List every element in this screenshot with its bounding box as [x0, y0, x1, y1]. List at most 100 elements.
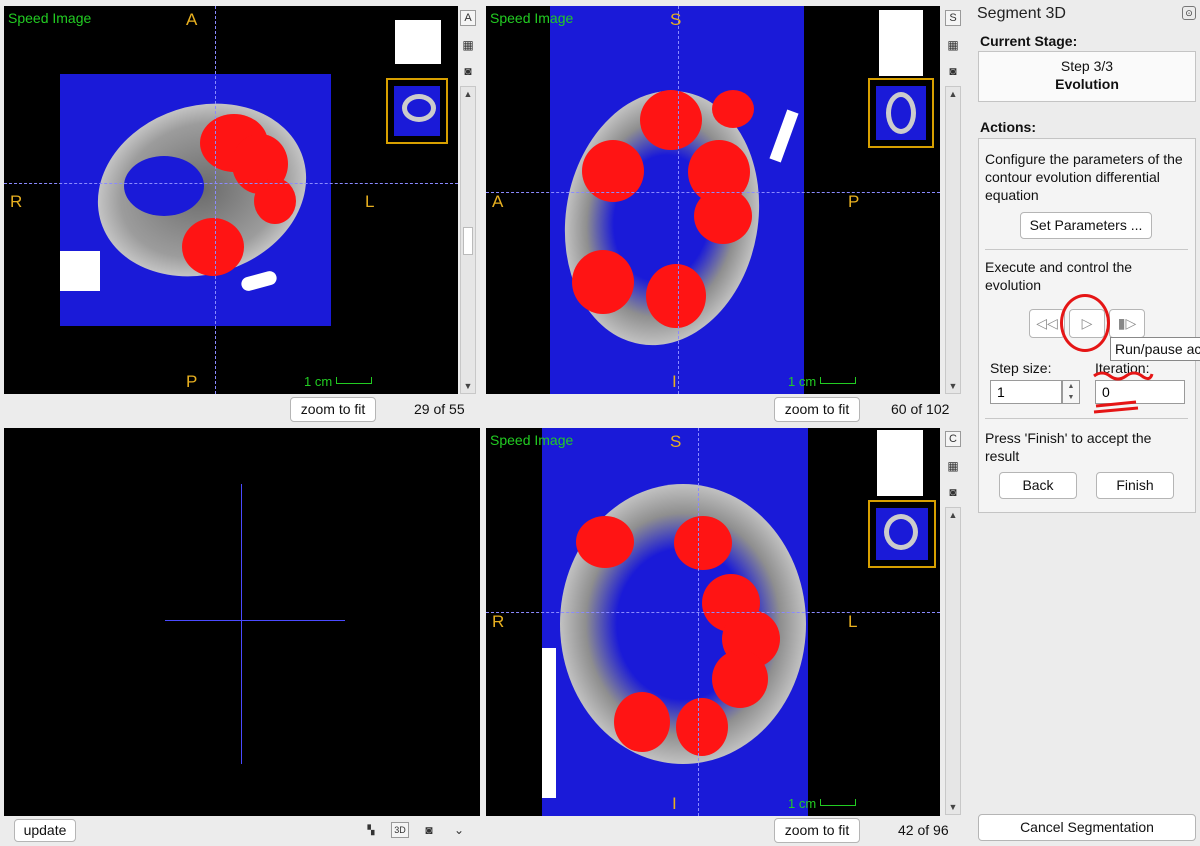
stage-box: Step 3/3 Evolution — [978, 51, 1196, 102]
orientation-right: P — [848, 192, 860, 211]
slice-scrollbar[interactable]: ▲ ▼ — [945, 86, 961, 394]
scroll-up-arrow[interactable]: ▲ — [461, 87, 475, 101]
finish-button[interactable]: Finish — [1096, 472, 1174, 499]
step-size-spinner[interactable]: ▲ ▼ — [1062, 380, 1080, 404]
view-orientation-button[interactable]: S — [945, 10, 961, 26]
chevron-down-icon[interactable]: ⌄ — [451, 823, 467, 837]
orientation-top: S — [670, 10, 682, 29]
step-size-input[interactable]: 1 — [990, 380, 1062, 404]
orientation-bottom: I — [672, 794, 677, 813]
zoom-to-fit-button[interactable]: zoom to fit — [290, 397, 376, 422]
view-label: Speed Image — [490, 432, 574, 448]
slice-count: 60 of 102 — [891, 401, 950, 417]
thumbnail-navigator[interactable] — [386, 78, 448, 144]
crosshair-vertical — [698, 428, 699, 816]
segmentation-blob — [712, 90, 754, 128]
segmentation-blob — [640, 90, 702, 150]
scroll-down-arrow[interactable]: ▼ — [946, 800, 960, 814]
view-orientation-button[interactable]: C — [945, 431, 961, 447]
orientation-bottom: P — [186, 372, 198, 391]
scale-bar-label: 1 cm — [304, 374, 333, 389]
scale-bar-label: 1 cm — [788, 374, 817, 389]
scroll-thumb[interactable] — [463, 227, 473, 255]
crosshair-horizontal — [486, 612, 940, 613]
segmentation-blob — [712, 650, 768, 708]
overview-box — [395, 20, 441, 64]
segmentation-blob — [182, 218, 244, 276]
crosshair-vertical — [678, 6, 679, 394]
current-stage-heading: Current Stage: — [980, 33, 1078, 49]
segmentation-blob — [572, 250, 634, 314]
divider — [985, 418, 1188, 419]
sagittal-view[interactable]: Speed Image S I A P 1 cm — [486, 6, 940, 394]
scroll-up-arrow[interactable]: ▲ — [946, 508, 960, 522]
scroll-down-arrow[interactable]: ▼ — [946, 379, 960, 393]
orientation-right: L — [365, 192, 375, 211]
execute-text: Execute and control the evolution — [985, 259, 1133, 293]
axial-view[interactable]: Speed Image A P R L 1 cm — [4, 6, 458, 394]
update-button[interactable]: update — [14, 819, 76, 842]
segmentation-blob — [646, 264, 706, 328]
bone-fragment — [60, 251, 100, 291]
slice-count: 29 of 55 — [414, 401, 465, 417]
camera-icon[interactable]: ◙ — [421, 823, 437, 837]
orientation-left: R — [10, 192, 23, 211]
cancel-segmentation-button[interactable]: Cancel Segmentation — [978, 814, 1196, 841]
step-size-label: Step size: — [990, 360, 1052, 376]
axial-kidney-hilum — [124, 156, 204, 216]
segmentation-blob — [694, 188, 752, 244]
layout-icon[interactable]: ▦ — [460, 38, 476, 52]
orientation-bottom: I — [672, 372, 677, 391]
divider — [985, 249, 1188, 250]
segmentation-blob — [614, 692, 670, 752]
three-d-button[interactable]: 3D — [391, 822, 409, 838]
step-forward-button[interactable]: ▮▷ — [1109, 309, 1145, 338]
segmentation-blob — [576, 516, 634, 568]
scale-bar-label: 1 cm — [788, 796, 817, 811]
layout-icon[interactable]: ▦ — [945, 459, 961, 473]
scale-bar: 1 cm — [304, 374, 373, 389]
camera-icon[interactable]: ◙ — [945, 64, 961, 78]
camera-icon[interactable]: ◙ — [945, 485, 961, 499]
layout-icon[interactable]: ▦ — [945, 38, 961, 52]
zoom-to-fit-button[interactable]: zoom to fit — [774, 397, 860, 422]
stage-name: Evolution — [1055, 76, 1119, 92]
overview-box — [879, 10, 923, 76]
segmentation-blob — [676, 698, 728, 756]
coronal-view[interactable]: Speed Image S I R L 1 cm — [486, 428, 940, 816]
scale-bar: 1 cm — [788, 796, 857, 811]
view-label: Speed Image — [8, 10, 92, 26]
orientation-left: A — [492, 192, 504, 211]
close-panel-icon[interactable]: ⊙ — [1182, 6, 1196, 20]
view-orientation-button[interactable]: A — [460, 10, 476, 26]
rewind-icon: ◁◁ — [1036, 315, 1058, 331]
orientation-left: R — [492, 612, 505, 631]
segmentation-blob — [674, 516, 732, 570]
three-d-view[interactable] — [4, 428, 480, 816]
segmentation-blob — [254, 178, 296, 224]
crosshair-horizontal — [165, 620, 345, 621]
colorbar-icon: ▚ — [367, 825, 375, 835]
slice-count: 42 of 96 — [898, 822, 949, 838]
iteration-underline-annotation — [1093, 371, 1154, 414]
camera-icon[interactable]: ◙ — [460, 64, 476, 78]
orientation-right: L — [848, 612, 858, 631]
scroll-down-arrow[interactable]: ▼ — [461, 379, 475, 393]
slice-scrollbar[interactable]: ▲ ▼ — [945, 507, 961, 815]
zoom-to-fit-button[interactable]: zoom to fit — [774, 818, 860, 843]
run-pause-tooltip: Run/pause ac — [1110, 337, 1200, 361]
scroll-up-arrow[interactable]: ▲ — [946, 87, 960, 101]
panel-title: Segment 3D — [977, 5, 1066, 22]
scale-bar: 1 cm — [788, 374, 857, 389]
stage-step: Step 3/3 — [1060, 58, 1114, 74]
slice-scrollbar[interactable]: ▲ ▼ — [460, 86, 476, 394]
set-parameters-button[interactable]: Set Parameters ... — [1020, 212, 1152, 239]
thumbnail-navigator[interactable] — [868, 500, 936, 568]
thumbnail-navigator[interactable] — [868, 78, 934, 148]
back-button[interactable]: Back — [999, 472, 1077, 499]
play-annotation-circle — [1060, 294, 1110, 352]
view-label: Speed Image — [490, 10, 574, 26]
configure-text: Configure the parameters of the contour … — [985, 151, 1183, 203]
actions-heading: Actions: — [980, 119, 1036, 135]
crosshair-horizontal — [486, 192, 940, 193]
